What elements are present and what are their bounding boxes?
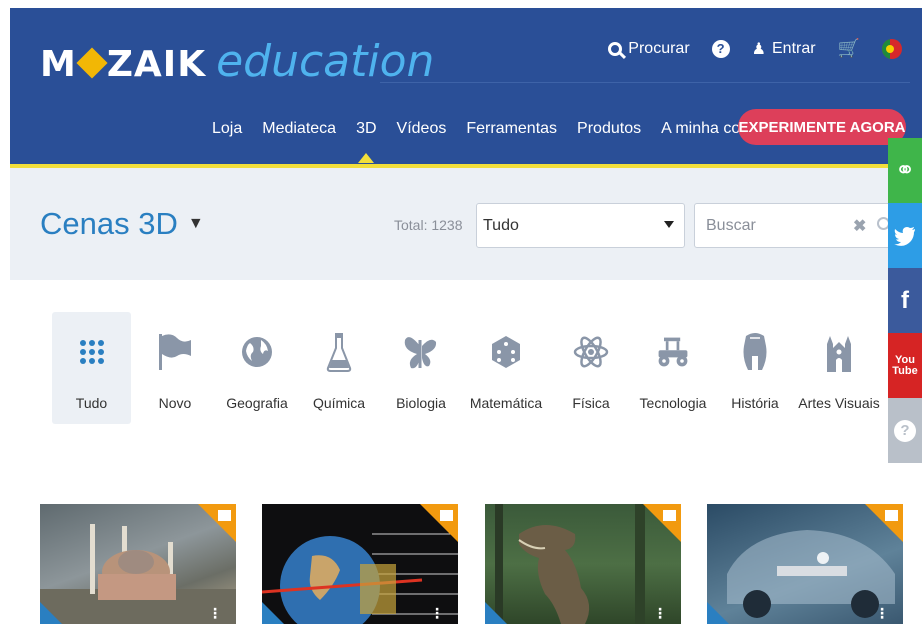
tab-label: Matemática (469, 395, 543, 411)
tab-tecnologia[interactable]: Tecnologia (632, 312, 714, 424)
more-options-icon[interactable]: ⋮ (208, 605, 222, 622)
tab-label: Química (312, 395, 366, 411)
nav-item-videos[interactable]: Vídeos (387, 116, 457, 142)
logo-diamond-icon (76, 47, 108, 79)
corner-tag (707, 602, 729, 624)
portugal-flag-icon (882, 38, 902, 59)
header-divider (380, 82, 910, 83)
grid-dots-icon (74, 330, 110, 374)
corner-tag (485, 602, 507, 624)
main-nav: Loja Mediateca 3D Vídeos Ferramentas Pro… (202, 116, 773, 163)
more-options-icon[interactable]: ⋮ (430, 605, 444, 622)
category-tabs: Tudo Novo Geografia Química Biologia Mat… (52, 312, 882, 424)
tab-label: Tudo (75, 395, 108, 411)
facebook-icon[interactable]: f (888, 268, 922, 333)
scene-card[interactable]: ⋮ (262, 504, 458, 624)
tab-label: Física (572, 395, 610, 411)
scene-card[interactable]: ⋮ (485, 504, 681, 624)
search-link[interactable]: Procurar (608, 39, 690, 58)
logo[interactable]: M ZAIK education (40, 36, 434, 96)
butterfly-icon (403, 330, 439, 374)
more-options-icon[interactable]: ⋮ (653, 605, 667, 622)
scene-card[interactable]: ⋮ (707, 504, 903, 624)
page-title: Cenas 3D (40, 206, 178, 241)
corner-tag (40, 602, 62, 624)
scene-card[interactable]: ⋮ (40, 504, 236, 624)
site-header: M ZAIK education Procurar ? ♟ Entrar 🛒 L… (10, 8, 922, 168)
gift-icon (218, 510, 231, 521)
atom-icon (573, 330, 609, 374)
user-icon: ♟ (751, 40, 766, 58)
tab-artes-visuais[interactable]: Artes Visuais (796, 312, 882, 424)
helmet-icon (737, 330, 773, 374)
logo-wordmark-rest: ZAIK (106, 44, 207, 85)
tab-novo[interactable]: Novo (134, 312, 216, 424)
top-strip (0, 0, 922, 8)
gift-icon (885, 510, 898, 521)
clear-icon[interactable]: ✖ (853, 216, 866, 236)
youtube-icon[interactable]: You Tube (888, 333, 922, 398)
dice-icon (488, 330, 524, 374)
category-select-value: Tudo (483, 216, 519, 234)
tab-label: Tecnologia (639, 395, 707, 411)
total-count: Total: 1238 (394, 217, 463, 233)
nav-item-3d[interactable]: 3D (346, 116, 386, 163)
globe-icon (239, 330, 275, 374)
tab-tudo[interactable]: Tudo (52, 312, 131, 424)
tab-fisica[interactable]: Física (550, 312, 632, 424)
tab-historia[interactable]: História (714, 312, 796, 424)
try-now-button[interactable]: EXPERIMENTE AGORA (738, 109, 906, 145)
nav-item-loja[interactable]: Loja (202, 116, 252, 142)
cathedral-icon (821, 330, 857, 374)
logo-tagline: education (216, 36, 435, 87)
nav-item-ferramentas[interactable]: Ferramentas (456, 116, 567, 142)
scene-type-dropdown[interactable]: Cenas 3D ▼ (40, 206, 204, 242)
language-button[interactable] (882, 38, 902, 59)
login-link[interactable]: ♟ Entrar (752, 39, 816, 59)
gift-icon (440, 510, 453, 521)
question-bubble-icon: ? (711, 39, 730, 58)
category-select[interactable]: Tudo (476, 203, 685, 248)
blog-icon[interactable]: ⚭ (888, 138, 922, 203)
filter-bar: Cenas 3D ▼ Total: 1238 Tudo Buscar ✖ (10, 168, 922, 280)
search-link-label: Procurar (628, 39, 690, 57)
help-button[interactable]: ? (711, 39, 730, 58)
tab-label: Biologia (396, 395, 446, 411)
logo-wordmark: M (40, 44, 77, 85)
top-utility-bar: Procurar ? ♟ Entrar 🛒 (608, 38, 902, 59)
nav-item-produtos[interactable]: Produtos (567, 116, 651, 142)
gift-icon (663, 510, 676, 521)
flag-icon (157, 330, 193, 374)
search-icon (608, 41, 623, 56)
corner-tag (262, 602, 284, 624)
nav-item-mediateca[interactable]: Mediateca (252, 116, 346, 142)
tab-label: Novo (158, 395, 192, 411)
tab-geografia[interactable]: Geografia (216, 312, 298, 424)
twitter-icon[interactable] (888, 203, 922, 268)
tab-matematica[interactable]: Matemática (462, 312, 550, 424)
tab-biologia[interactable]: Biologia (380, 312, 462, 424)
tab-label: Geografia (226, 395, 288, 411)
help-icon[interactable]: ? (888, 398, 922, 463)
cart-icon: 🛒 (837, 38, 860, 58)
tab-label: História (731, 395, 779, 411)
social-sidebar: ⚭ f You Tube ? (888, 138, 922, 463)
tab-label: Artes Visuais (798, 395, 880, 411)
flask-icon (321, 330, 357, 374)
more-options-icon[interactable]: ⋮ (875, 605, 889, 622)
cart-button[interactable]: 🛒 (838, 38, 860, 59)
tab-quimica[interactable]: Química (298, 312, 380, 424)
chevron-down-icon (664, 221, 674, 228)
caret-down-icon: ▼ (187, 215, 204, 232)
login-label: Entrar (772, 39, 816, 57)
tractor-icon (655, 330, 691, 374)
search-placeholder: Buscar (706, 216, 756, 234)
